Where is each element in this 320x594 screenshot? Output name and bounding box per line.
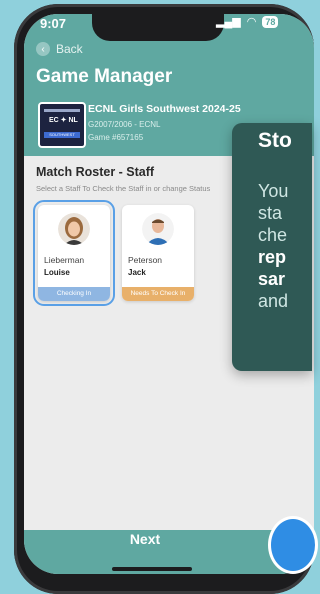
tooltip-line: rep: [258, 247, 287, 267]
event-division: G2007/2006 - ECNL: [88, 120, 161, 129]
status-badge: Needs To Check In: [122, 287, 194, 301]
staff-first-name: Louise: [44, 268, 70, 277]
roster-subtitle: Select a Staff To Check the Staff in or …: [36, 184, 211, 193]
staff-card-lieberman[interactable]: Lieberman Louise Checking In: [33, 200, 115, 306]
tooltip-line: You: [258, 181, 289, 201]
page-title: Game Manager: [36, 66, 173, 87]
battery-icon: 78: [262, 15, 279, 28]
avatar: [142, 213, 174, 245]
club-logo: EC ✦ NL SOUTHWEST: [38, 102, 86, 148]
status-icons: ▂▄▆ ◠ 78: [216, 15, 279, 28]
back-label: Back: [56, 42, 83, 56]
staff-last-name: Peterson: [128, 255, 163, 265]
next-button[interactable]: Next: [0, 531, 290, 547]
status-badge: Checking In: [38, 287, 110, 301]
tooltip-line: and: [258, 291, 289, 311]
help-button[interactable]: [268, 516, 318, 574]
staff-card-peterson[interactable]: Peterson Jack Needs To Check In: [122, 205, 194, 301]
tooltip-line: sta: [258, 203, 283, 223]
event-game-number: Game #657165: [88, 133, 144, 142]
notch: [92, 14, 224, 41]
tooltip-title: Sto: [258, 129, 292, 152]
status-time: 9:07: [40, 16, 67, 31]
signal-icon: ▂▄▆: [216, 16, 241, 28]
wifi-icon: ◠: [246, 16, 257, 28]
back-button[interactable]: ‹ Back: [36, 42, 83, 56]
staff-first-name: Jack: [128, 268, 146, 277]
event-name: ECNL Girls Southwest 2024-25: [88, 103, 241, 115]
tooltip-line: che: [258, 225, 288, 245]
tooltip-line: sar: [258, 269, 286, 289]
roster-title: Match Roster - Staff: [36, 165, 155, 179]
staff-last-name: Lieberman: [44, 255, 85, 265]
home-indicator: [112, 567, 192, 571]
chevron-left-icon: ‹: [36, 42, 50, 56]
avatar: [58, 213, 90, 245]
